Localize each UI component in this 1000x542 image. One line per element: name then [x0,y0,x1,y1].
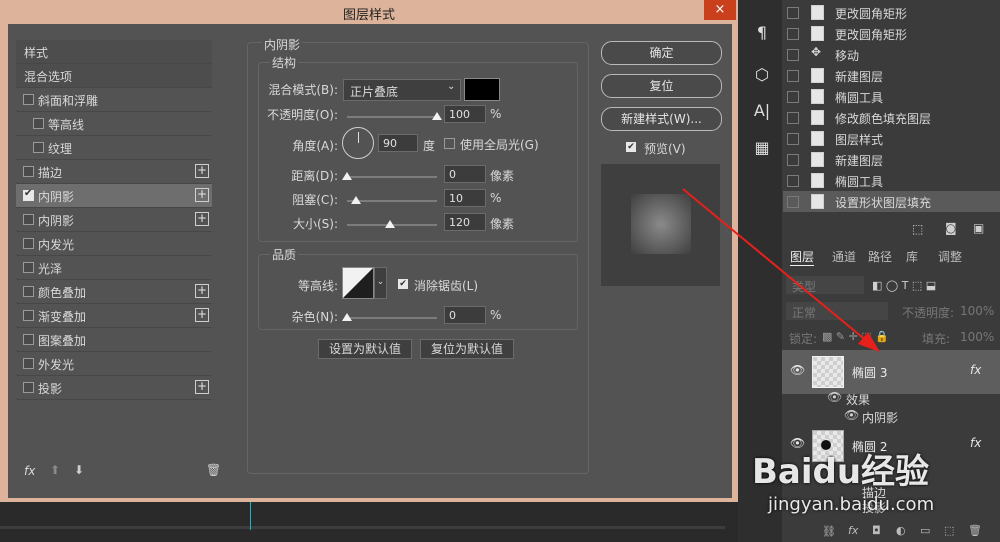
watermark-url: jingyan.baidu.com [768,494,935,515]
watermark-brand: Baidu经验 [752,452,930,492]
